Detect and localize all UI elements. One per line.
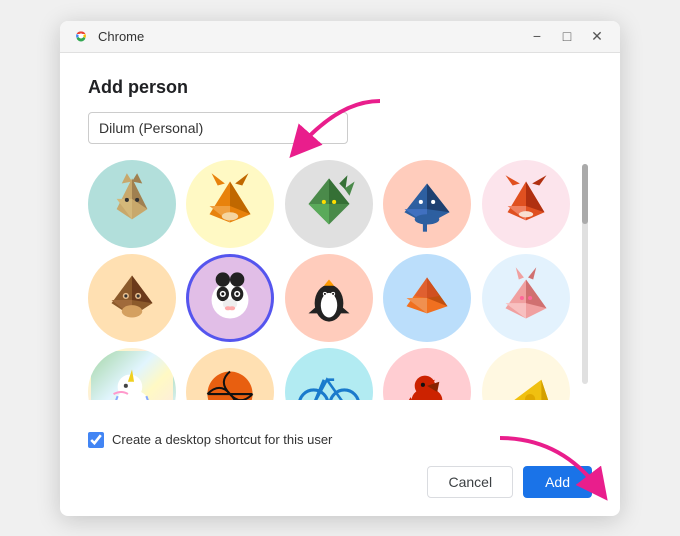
avatar-item-12[interactable] [186, 348, 274, 400]
avatar-item-5[interactable] [482, 160, 570, 248]
titlebar: Chrome − □ ✕ [60, 21, 620, 53]
window-controls: − □ ✕ [526, 25, 608, 47]
avatar-item-4[interactable] [383, 160, 471, 248]
avatar-item-14[interactable] [383, 348, 471, 400]
avatar-grid [88, 160, 578, 400]
close-button[interactable]: ✕ [586, 25, 608, 47]
maximize-button[interactable]: □ [556, 25, 578, 47]
avatar-item-15[interactable] [482, 348, 570, 400]
avatar-item-8[interactable] [285, 254, 373, 342]
avatar-item-13[interactable] [285, 348, 373, 400]
dialog-footer: Cancel Add [60, 466, 620, 516]
checkbox-row: Create a desktop shortcut for this user [60, 432, 620, 448]
scrollbar-track[interactable] [582, 164, 588, 384]
cancel-button[interactable]: Cancel [427, 466, 513, 498]
avatar-item-6[interactable] [88, 254, 176, 342]
window-title: Chrome [98, 29, 526, 44]
scrollbar [578, 160, 592, 400]
avatar-item-3[interactable] [285, 160, 373, 248]
avatar-section [88, 160, 592, 400]
avatar-item-10[interactable] [482, 254, 570, 342]
chrome-window: Chrome − □ ✕ Add person [60, 21, 620, 516]
dialog-content: Add person [60, 53, 620, 418]
person-name-input[interactable] [88, 112, 348, 144]
desktop-shortcut-label[interactable]: Create a desktop shortcut for this user [112, 432, 332, 447]
add-button[interactable]: Add [523, 466, 592, 498]
scrollbar-thumb[interactable] [582, 164, 588, 224]
avatar-item-1[interactable] [88, 160, 176, 248]
avatar-item-11[interactable] [88, 348, 176, 400]
chrome-logo-icon [72, 27, 90, 45]
avatar-grid-wrap [88, 160, 578, 400]
dialog-title: Add person [88, 77, 592, 98]
desktop-shortcut-checkbox[interactable] [88, 432, 104, 448]
avatar-item-7[interactable] [186, 254, 274, 342]
minimize-button[interactable]: − [526, 25, 548, 47]
avatar-item-2[interactable] [186, 160, 274, 248]
avatar-item-9[interactable] [383, 254, 471, 342]
